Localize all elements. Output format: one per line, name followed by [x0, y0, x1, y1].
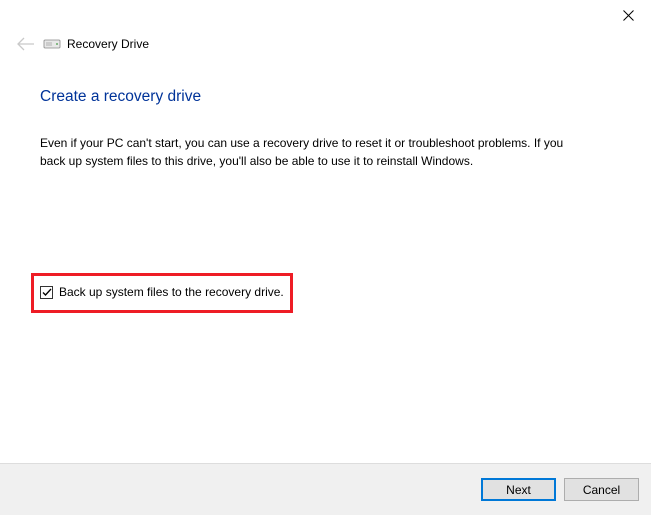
window-title: Recovery Drive	[67, 37, 149, 51]
back-button	[14, 32, 38, 56]
cancel-button[interactable]: Cancel	[564, 478, 639, 501]
page-description: Even if your PC can't start, you can use…	[40, 134, 590, 170]
titlebar	[0, 0, 651, 30]
page-heading: Create a recovery drive	[40, 88, 611, 106]
header-row: Recovery Drive	[0, 30, 651, 58]
close-icon	[623, 10, 634, 21]
drive-icon	[43, 38, 61, 50]
backup-checkbox-label: Back up system files to the recovery dri…	[59, 285, 284, 299]
footer: Next Cancel	[0, 463, 651, 515]
checkmark-icon	[42, 288, 52, 297]
next-button[interactable]: Next	[481, 478, 556, 501]
content-area: Create a recovery drive Even if your PC …	[0, 58, 651, 170]
backup-checkbox[interactable]	[40, 286, 53, 299]
back-arrow-icon	[17, 37, 35, 51]
backup-checkbox-row[interactable]: Back up system files to the recovery dri…	[40, 285, 284, 299]
close-button[interactable]	[606, 0, 651, 30]
